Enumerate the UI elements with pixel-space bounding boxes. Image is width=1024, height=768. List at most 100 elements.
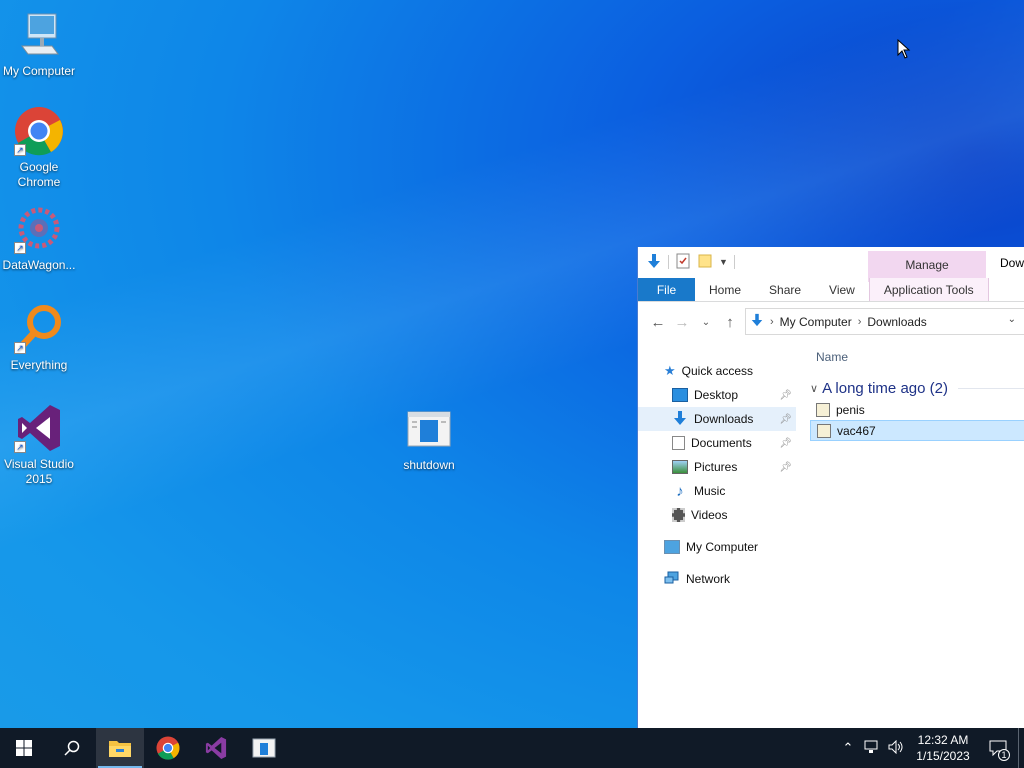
nav-item-label: Videos bbox=[691, 508, 728, 522]
pictures-folder-icon bbox=[672, 460, 688, 474]
nav-item-quick-access[interactable]: ★ Quick access bbox=[638, 359, 796, 383]
notification-count-badge: 1 bbox=[998, 749, 1010, 761]
desktop-folder-icon bbox=[672, 388, 688, 402]
pin-icon[interactable]: 📌︎ bbox=[779, 390, 792, 401]
nav-item-label: Quick access bbox=[681, 364, 754, 378]
star-icon: ★ bbox=[664, 363, 676, 378]
network-icon bbox=[664, 571, 680, 588]
tab-application-tools[interactable]: Application Tools bbox=[868, 278, 989, 301]
downloads-arrow-icon[interactable] bbox=[646, 253, 662, 272]
properties-icon[interactable] bbox=[675, 253, 691, 272]
desktop-icon-label: My Computer bbox=[2, 64, 76, 78]
nav-item-label: Music bbox=[694, 484, 726, 498]
pin-icon[interactable]: 📌︎ bbox=[779, 414, 792, 425]
show-hidden-icons-chevron-icon[interactable]: ⌃ bbox=[836, 740, 860, 756]
breadcrumb-downloads[interactable]: Downloads bbox=[867, 315, 926, 329]
desktop-icon-datawagon[interactable]: ↗ DataWagon... bbox=[0, 204, 78, 273]
group-label: A long time ago (2) bbox=[822, 379, 948, 397]
shutdown-icon bbox=[252, 738, 276, 758]
up-arrow-icon[interactable]: ↑ bbox=[718, 314, 742, 331]
tab-file[interactable]: File bbox=[638, 278, 695, 301]
action-center-button[interactable]: 1 bbox=[978, 728, 1018, 768]
group-divider bbox=[957, 387, 1024, 389]
desktop-icon-label: Everything bbox=[10, 358, 68, 372]
downloads-folder-icon bbox=[672, 410, 688, 429]
collapse-chevron-icon[interactable]: ∨ bbox=[810, 382, 818, 395]
shortcut-arrow-icon: ↗ bbox=[14, 242, 26, 254]
desktop-icon-visual-studio[interactable]: ↗ Visual Studio 2015 bbox=[0, 403, 78, 487]
nav-item-label: My Computer bbox=[686, 540, 759, 554]
show-desktop-button[interactable] bbox=[1018, 728, 1024, 768]
taskbar-shutdown-app[interactable] bbox=[240, 728, 288, 768]
nav-item-label: Pictures bbox=[694, 460, 738, 474]
shortcut-arrow-icon: ↗ bbox=[14, 342, 26, 354]
desktop-icon-everything[interactable]: ↗ Everything bbox=[0, 304, 78, 373]
shortcut-arrow-icon: ↗ bbox=[14, 144, 26, 156]
breadcrumb-my-computer[interactable]: My Computer bbox=[780, 315, 852, 329]
toolbar-divider bbox=[733, 255, 735, 269]
address-bar[interactable]: › My Computer › Downloads ⌄ bbox=[745, 308, 1024, 335]
back-arrow-icon[interactable]: ← bbox=[646, 314, 670, 331]
nav-item-videos[interactable]: Videos bbox=[638, 503, 796, 527]
nav-item-music[interactable]: ♪ Music bbox=[638, 479, 796, 503]
computer-icon bbox=[664, 540, 680, 554]
breadcrumb-separator-icon[interactable]: › bbox=[770, 316, 774, 328]
tab-home[interactable]: Home bbox=[695, 278, 755, 301]
nav-item-documents[interactable]: Documents 📌︎ bbox=[638, 431, 796, 455]
new-folder-icon[interactable] bbox=[697, 253, 713, 272]
datawagon-icon: ↗ bbox=[14, 204, 64, 254]
nav-item-downloads[interactable]: Downloads 📌︎ bbox=[638, 407, 796, 431]
windows-logo-icon bbox=[16, 740, 32, 756]
nav-item-desktop[interactable]: Desktop 📌︎ bbox=[638, 383, 796, 407]
documents-folder-icon bbox=[672, 436, 685, 450]
nav-item-pictures[interactable]: Pictures 📌︎ bbox=[638, 455, 796, 479]
taskbar: ⌃ 12:32 AM 1/15/2023 1 bbox=[0, 728, 1024, 768]
column-header-name[interactable]: Name bbox=[810, 347, 1024, 367]
address-dropdown-chevron-icon[interactable]: ⌄ bbox=[1008, 314, 1016, 325]
shortcut-arrow-icon: ↗ bbox=[14, 441, 26, 453]
toolbar-divider bbox=[668, 255, 669, 269]
desktop-icon-google-chrome[interactable]: ↗ Google Chrome bbox=[0, 106, 78, 190]
navigation-pane: ★ Quick access Desktop 📌︎ Downloads 📌︎ D… bbox=[638, 359, 796, 591]
clock[interactable]: 12:32 AM 1/15/2023 bbox=[908, 732, 978, 764]
application-file-icon bbox=[817, 423, 831, 438]
pin-icon[interactable]: 📌︎ bbox=[779, 462, 792, 473]
application-file-icon bbox=[816, 402, 830, 417]
chrome-icon: ↗ bbox=[14, 106, 64, 156]
clock-time: 12:32 AM bbox=[917, 733, 969, 747]
network-status-icon[interactable] bbox=[860, 740, 884, 757]
tab-view[interactable]: View bbox=[815, 278, 869, 301]
desktop-icon-my-computer[interactable]: My Computer bbox=[0, 10, 78, 79]
shutdown-icon bbox=[404, 404, 454, 454]
volume-icon[interactable] bbox=[884, 739, 908, 757]
taskbar-file-explorer[interactable] bbox=[96, 728, 144, 768]
nav-item-network[interactable]: Network bbox=[638, 567, 796, 591]
pin-icon[interactable]: 📌︎ bbox=[779, 438, 792, 449]
taskbar-visual-studio[interactable] bbox=[192, 728, 240, 768]
file-name: vac467 bbox=[837, 423, 876, 438]
nav-item-label: Downloads bbox=[694, 412, 754, 426]
desktop-icon-label: Google Chrome bbox=[17, 160, 61, 189]
tab-share[interactable]: Share bbox=[755, 278, 815, 301]
file-explorer-window: ▼ Manage Dow File Home Share View Applic… bbox=[637, 247, 1024, 728]
search-icon bbox=[64, 740, 80, 756]
desktop-icon-shutdown[interactable]: shutdown bbox=[390, 404, 468, 473]
customize-toolbar-chevron-icon[interactable]: ▼ bbox=[719, 257, 728, 267]
forward-arrow-icon[interactable]: → bbox=[670, 314, 694, 331]
desktop-icon-label: DataWagon... bbox=[2, 258, 76, 272]
start-button[interactable] bbox=[0, 728, 48, 768]
file-row[interactable]: vac467 bbox=[810, 420, 1024, 441]
navigation-bar: ← → ⌄ ↑ › My Computer › Downloads ⌄ bbox=[638, 306, 1024, 338]
clock-date: 1/15/2023 bbox=[916, 749, 970, 763]
nav-item-label: Desktop bbox=[694, 388, 739, 402]
breadcrumb-separator-icon[interactable]: › bbox=[858, 316, 862, 328]
music-note-icon: ♪ bbox=[676, 482, 684, 500]
recent-locations-chevron-icon[interactable]: ⌄ bbox=[694, 317, 718, 328]
file-row[interactable]: penis bbox=[810, 399, 1024, 420]
taskbar-chrome[interactable] bbox=[144, 728, 192, 768]
group-header[interactable]: ∨ A long time ago (2) bbox=[810, 377, 1024, 399]
visual-studio-icon bbox=[205, 736, 227, 760]
nav-item-my-computer[interactable]: My Computer bbox=[638, 535, 796, 559]
file-list-pane: Name ∨ A long time ago (2) penis vac467 bbox=[810, 347, 1024, 441]
search-button[interactable] bbox=[48, 728, 96, 768]
